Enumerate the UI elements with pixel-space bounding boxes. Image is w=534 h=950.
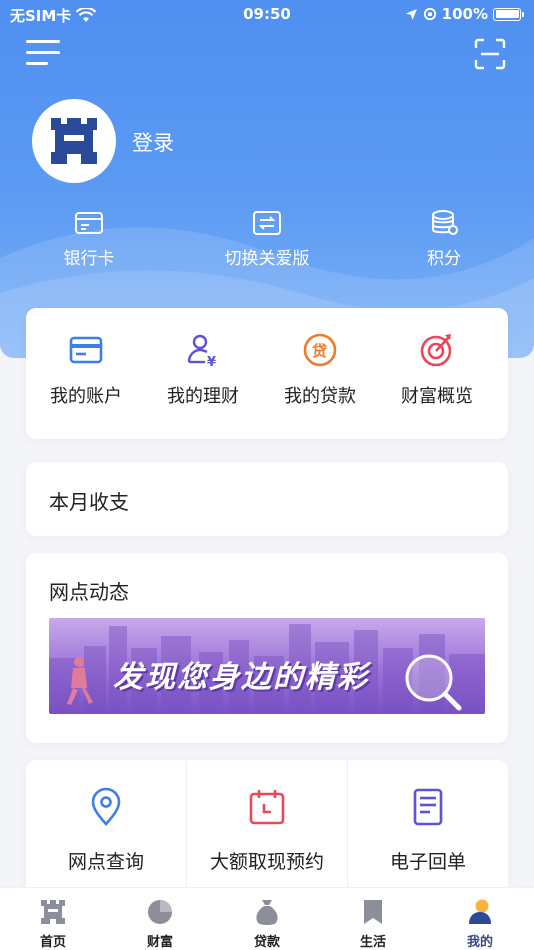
home-icon <box>41 900 65 924</box>
my-finance-label: 我的理财 <box>167 386 239 407</box>
branch-news-card: 网点动态 发现您身边的精彩 <box>26 553 508 743</box>
e-receipt-label: 电子回单 <box>389 851 466 873</box>
avatar[interactable] <box>32 99 116 183</box>
calendar-icon <box>249 790 285 825</box>
branch-news-title: 网点动态 <box>49 580 129 604</box>
switch-care-icon <box>253 211 281 235</box>
branch-search-label: 网点查询 <box>67 851 144 873</box>
status-bar: 无SIM卡 09:50 100% <box>0 0 534 30</box>
quick-link-label: 切换关爱版 <box>224 249 310 269</box>
quick-link-switch-care[interactable]: 切换关爱版 <box>212 208 322 269</box>
battery-tip <box>522 11 524 17</box>
my-loan-label: 我的贷款 <box>284 386 356 407</box>
menu-button[interactable] <box>26 40 60 68</box>
my-loan-item[interactable]: 贷 我的贷款 <box>260 332 380 408</box>
login-link[interactable]: 登录 <box>132 127 174 157</box>
monthly-card[interactable]: 本月收支 <box>26 462 508 536</box>
bank-logo-icon <box>51 118 97 164</box>
bank-card-icon <box>75 212 103 234</box>
account-icon <box>69 336 103 364</box>
cash-appointment-label: 大额取现预约 <box>209 851 324 873</box>
receipt-icon <box>413 788 443 826</box>
wealth-icon <box>148 900 172 924</box>
tab-life-label: 生活 <box>359 935 386 950</box>
points-icon <box>432 210 458 235</box>
battery-percent: 100% <box>441 5 488 23</box>
quick-link-points[interactable]: 积分 <box>414 208 474 269</box>
quick-link-label: 银行卡 <box>63 249 115 269</box>
quick-link-bank-card[interactable]: 银行卡 <box>54 208 124 269</box>
quick-link-label: 积分 <box>427 249 461 269</box>
wealth-overview-label: 财富概览 <box>401 386 473 407</box>
tab-wealth[interactable]: 财富 <box>120 898 200 950</box>
battery-icon <box>493 7 521 21</box>
svg-text:¥: ¥ <box>207 355 216 368</box>
loan-bag-icon <box>256 900 278 925</box>
tab-profile[interactable]: 我的 <box>440 898 520 950</box>
svg-text:贷: 贷 <box>312 342 327 360</box>
my-finance-item[interactable]: ¥ 我的理财 <box>143 332 263 408</box>
my-account-label: 我的账户 <box>50 386 122 407</box>
quick-links: 银行卡 切换关爱版 积分 <box>0 208 534 272</box>
wealth-overview-item[interactable]: 财富概览 <box>377 332 497 408</box>
tab-home[interactable]: 首页 <box>13 898 93 950</box>
tab-life[interactable]: 生活 <box>333 898 413 950</box>
location-arrow-icon <box>405 8 417 20</box>
loan-icon: 贷 <box>303 333 337 367</box>
location-pin-icon <box>91 787 121 826</box>
my-account-item[interactable]: 我的账户 <box>26 332 146 408</box>
profile-icon <box>469 899 491 924</box>
branch-banner[interactable]: 发现您身边的精彩 <box>49 618 485 714</box>
tab-bar: 首页 财富 贷款 生活 我的 <box>0 887 534 950</box>
life-icon <box>364 900 382 924</box>
tab-wealth-label: 财富 <box>146 935 173 950</box>
monthly-title: 本月收支 <box>49 490 129 514</box>
tab-loan-label: 贷款 <box>253 935 280 950</box>
banner-text: 发现您身边的精彩 <box>113 660 369 695</box>
tab-profile-label: 我的 <box>466 935 493 950</box>
tab-loan[interactable]: 贷款 <box>227 898 307 950</box>
accounts-card: 我的账户 ¥ 我的理财 贷 我的贷款 财富概览 <box>26 308 508 439</box>
tab-home-label: 首页 <box>39 935 66 950</box>
wealth-overview-icon <box>420 334 452 367</box>
scan-icon[interactable] <box>474 38 506 70</box>
status-right: 100% <box>405 5 524 23</box>
finance-icon: ¥ <box>187 334 216 368</box>
orientation-lock-icon <box>423 7 436 21</box>
